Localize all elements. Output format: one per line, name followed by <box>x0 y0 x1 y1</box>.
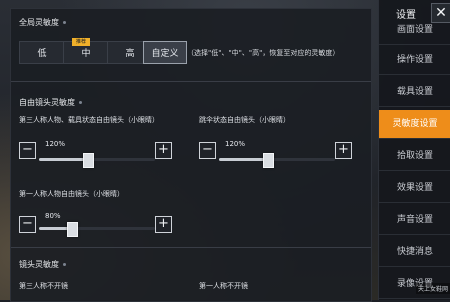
slider-value: 80% <box>45 212 61 220</box>
watermark-text: 天上女鞋网 <box>416 283 450 294</box>
sidebar-item-vehicle[interactable]: 载具设置 <box>379 78 450 107</box>
slider-thumb[interactable] <box>67 222 78 237</box>
decrease-button[interactable]: − <box>199 142 216 159</box>
slider-thumb[interactable] <box>263 153 274 168</box>
sidebar-item-effects[interactable]: 效果设置 <box>379 174 450 203</box>
sidebar-item-sound[interactable]: 声音设置 <box>379 206 450 235</box>
divider <box>11 247 371 248</box>
divider <box>11 81 371 82</box>
section-title-camera: 镜头灵敏度 <box>19 259 66 270</box>
slider-track[interactable] <box>39 227 155 230</box>
increase-button[interactable]: + <box>155 142 172 159</box>
sidebar-item-controls[interactable]: 操作设置 <box>379 46 450 75</box>
recommend-badge: 推荐 <box>72 38 90 46</box>
settings-sidebar: 设置 ✕ 画面设置 操作设置 载具设置 灵敏度设置 拾取设置 效果设置 声音设置… <box>378 0 450 300</box>
global-sensitivity-section: 全局灵敏度 低 中 高 自定义 推荐 （选择"低"、"中"、"高"，恢复至对应的… <box>11 9 371 71</box>
option-low-button[interactable]: 低 <box>19 41 65 64</box>
slider-thumb[interactable] <box>83 153 94 168</box>
section-title-global: 全局灵敏度 <box>19 17 66 28</box>
slider-parachute-label: 跳伞状态自由镜头（小眼睛） <box>199 116 290 124</box>
sidebar-item-sensitivity[interactable]: 灵敏度设置 <box>379 110 450 139</box>
increase-button[interactable]: + <box>335 142 352 159</box>
sidebar-item-graphics[interactable]: 画面设置 <box>379 16 450 45</box>
sidebar-item-quick-messages[interactable]: 快捷消息 <box>379 238 450 267</box>
camera-sensitivity-section: 镜头灵敏度 第三人称不开镜 第一人称不开镜 <box>11 251 371 301</box>
decrease-button[interactable]: − <box>19 142 36 159</box>
slider-fill <box>39 158 88 161</box>
slider-track[interactable] <box>39 158 155 161</box>
slider-first-person-label: 第一人称人物自由镜头（小眼睛） <box>19 190 124 198</box>
preset-hint-text: （选择"低"、"中"、"高"，恢复至对应的灵敏度） <box>187 49 340 57</box>
slider-third-person-label: 第三人称人物、载具状态自由镜头（小眼睛） <box>19 116 159 124</box>
slider-fill <box>219 158 268 161</box>
third-person-no-scope-label: 第三人称不开镜 <box>19 282 68 290</box>
sidebar-item-pickup[interactable]: 拾取设置 <box>379 142 450 171</box>
slider-value: 120% <box>45 140 66 148</box>
section-title-free-look: 自由镜头灵敏度 <box>19 97 82 108</box>
section-dot-icon <box>79 101 82 104</box>
increase-button[interactable]: + <box>155 216 172 233</box>
slider-value: 120% <box>225 140 246 148</box>
option-custom-button[interactable]: 自定义 <box>143 41 187 64</box>
section-dot-icon <box>63 263 66 266</box>
settings-panel: 全局灵敏度 低 中 高 自定义 推荐 （选择"低"、"中"、"高"，恢复至对应的… <box>10 8 372 302</box>
slider-track[interactable] <box>219 158 335 161</box>
section-dot-icon <box>63 21 66 24</box>
decrease-button[interactable]: − <box>19 216 36 233</box>
free-look-section: 自由镜头灵敏度 第三人称人物、载具状态自由镜头（小眼睛） − 120% + 跳伞… <box>11 93 371 243</box>
first-person-no-scope-label: 第一人称不开镜 <box>199 282 248 290</box>
